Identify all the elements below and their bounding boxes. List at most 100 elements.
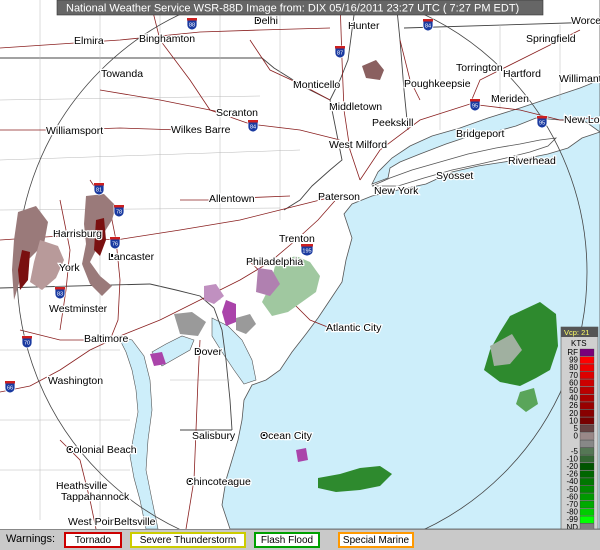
interstate-shield-icon: 81	[93, 182, 105, 196]
city-label-peekskill: Peekskill	[372, 117, 413, 129]
interstate-shield-icon: 95	[469, 98, 481, 112]
city-label-bridgeport: Bridgeport	[456, 128, 505, 140]
radar-map: Elmira Binghamton Delhi Hunter Towanda Montic…	[0, 0, 600, 550]
shield-band	[114, 205, 124, 208]
shield-number: 84	[425, 24, 431, 30]
shield-band	[335, 46, 345, 49]
legend-swatch	[579, 386, 595, 395]
warnings-bar: Warnings: Tornado Severe Thunderstorm Fl…	[0, 529, 600, 550]
shield-band	[470, 99, 480, 102]
interstate-shield-icon: 95	[536, 115, 548, 129]
shield-band	[22, 336, 32, 339]
shield-band	[248, 120, 258, 123]
city-label-riverhead: Riverhead	[508, 155, 556, 167]
city-label-hunter: Hunter	[348, 20, 380, 32]
shield-number: 87	[337, 51, 343, 57]
city-label-dover: Dover	[194, 346, 223, 358]
shield-number: 66	[7, 386, 13, 392]
legend-title: Vcp: 21	[564, 328, 589, 337]
city-label-torrington: Torrington	[456, 62, 503, 74]
shield-number: 88	[189, 23, 195, 29]
city-label-new-london: New London	[564, 114, 600, 126]
shield-band	[94, 183, 104, 186]
city-label-philadelphia: Philadelphia	[246, 256, 303, 268]
header-bar: National Weather Service WSR-88D Image f…	[56, 0, 544, 16]
legend-swatch	[579, 371, 595, 379]
shield-band	[301, 244, 313, 247]
interstate-shield-icon: 76	[109, 236, 121, 250]
city-label-salisbury: Salisbury	[192, 430, 236, 442]
legend-swatch	[579, 516, 595, 524]
warning-severe-thunderstorm-button[interactable]: Severe Thunderstorm	[130, 532, 246, 548]
interstate-shield-icon: 70	[21, 335, 33, 349]
city-label-colonial-beach: Colonial Beach	[66, 444, 137, 456]
city-label-syosset: Syosset	[436, 170, 473, 182]
city-label-wilkes-barre: Wilkes Barre	[171, 124, 231, 136]
city-label-washington: Washington	[48, 375, 103, 387]
interstate-shield-icon: 84	[422, 18, 434, 32]
legend-swatch	[579, 462, 595, 471]
city-label-williamsport: Williamsport	[46, 125, 103, 137]
city-label-worcester: Worcester	[571, 15, 600, 27]
legend-unit: KTS	[571, 339, 587, 348]
city-label-westminster: Westminster	[49, 303, 108, 315]
shield-number: 95	[539, 121, 545, 127]
legend-swatch	[579, 417, 595, 425]
city-label-trenton: Trenton	[279, 233, 315, 245]
legend-swatch	[579, 356, 595, 364]
city-label-lancaster: Lancaster	[108, 251, 155, 263]
interstate-shield-icon: 66	[4, 380, 16, 394]
interstate-shield-icon: 84	[247, 119, 259, 133]
city-label-ocean-city: Ocean City	[260, 430, 313, 442]
shield-number: 78	[116, 210, 122, 216]
legend-swatch	[579, 447, 595, 455]
city-label-beltsville: Beltsville	[114, 516, 156, 528]
legend-swatch	[579, 440, 595, 448]
city-label-west-point: West Point	[68, 516, 119, 528]
shield-number: 95	[472, 104, 478, 110]
city-label-chincoteague: Chincoteague	[186, 476, 251, 488]
legend-swatch	[579, 424, 595, 433]
legend-swatch	[579, 500, 595, 509]
shield-band	[5, 381, 15, 384]
shield-band	[55, 287, 65, 290]
shield-band	[537, 116, 547, 119]
shield-band	[110, 237, 120, 240]
legend-swatch	[579, 402, 595, 410]
legend-swatch	[579, 348, 595, 357]
city-label-willimantic: Willimantic	[559, 73, 600, 85]
city-label-middletown: Middletown	[329, 101, 382, 113]
shield-number: 81	[96, 188, 102, 194]
city-label-hartford: Hartford	[503, 68, 541, 80]
warning-flash-flood-button[interactable]: Flash Flood	[254, 532, 320, 548]
legend-swatch	[579, 508, 595, 516]
city-label-monticello: Monticello	[293, 79, 340, 91]
interstate-shield-icon: 87	[334, 45, 346, 59]
shield-number: 195	[302, 249, 311, 255]
city-label-west-milford: West Milford	[329, 139, 387, 151]
legend-swatch	[579, 409, 595, 417]
city-label-delhi: Delhi	[254, 15, 278, 27]
shield-number: 83	[57, 292, 63, 298]
interstate-shield-icon: 195	[300, 243, 314, 257]
header-title: National Weather Service WSR-88D Image f…	[66, 3, 519, 15]
interstate-shield-icon: 88	[186, 17, 198, 31]
legend-swatch	[579, 432, 595, 440]
legend-swatch	[579, 379, 595, 387]
legend-swatch	[579, 394, 595, 402]
shield-number: 84	[250, 125, 256, 131]
city-label-towanda: Towanda	[101, 68, 143, 80]
warning-special-marine-button[interactable]: Special Marine	[338, 532, 414, 548]
city-label-atlantic-city: Atlantic City	[326, 322, 382, 334]
city-label-meriden: Meriden	[491, 93, 529, 105]
city-label-binghamton: Binghamton	[139, 33, 195, 45]
warning-tornado-label: Tornado	[74, 535, 112, 546]
warning-flash-flood-label: Flash Flood	[260, 535, 314, 546]
city-label-york: York	[59, 262, 80, 274]
city-label-paterson: Paterson	[318, 191, 360, 203]
warning-tornado-button[interactable]: Tornado	[64, 532, 122, 548]
warning-special-marine-label: Special Marine	[342, 535, 410, 546]
city-label-allentown: Allentown	[209, 193, 255, 205]
interstate-shield-icon: 78	[113, 204, 125, 218]
city-label-scranton: Scranton	[216, 107, 258, 119]
